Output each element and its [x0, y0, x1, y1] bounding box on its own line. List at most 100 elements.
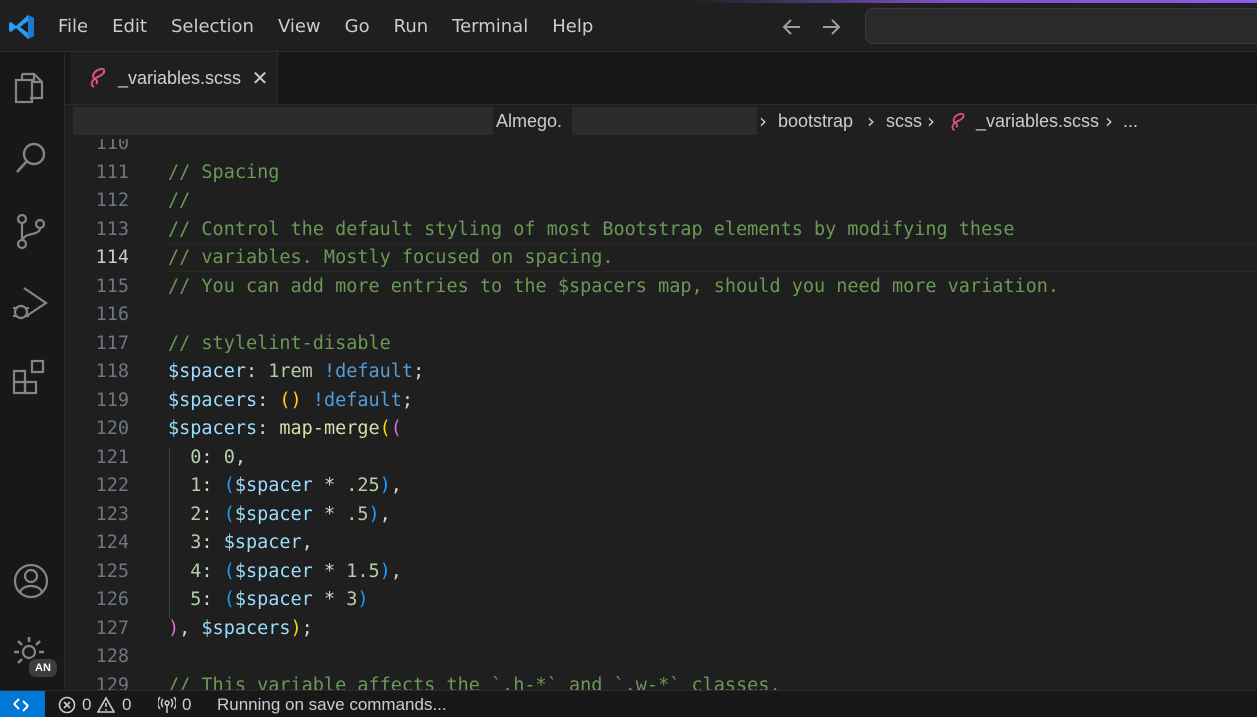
- line-code: // stylelint-disable: [168, 330, 391, 359]
- vscode-window: File Edit Selection View Go Run Terminal Help: [0, 0, 1257, 717]
- code-line[interactable]: 116: [65, 301, 1257, 330]
- line-code: // Control the default styling of most B…: [168, 216, 1014, 245]
- activity-bar: AN: [0, 52, 65, 690]
- command-center-search[interactable]: [865, 8, 1257, 44]
- breadcrumb-item-file[interactable]: _variables.scss: [976, 111, 1099, 132]
- scss-file-icon: [951, 112, 965, 131]
- code-token: 1rem: [268, 361, 313, 382]
- code-token: (: [223, 560, 235, 582]
- code-line[interactable]: 113 // Control the default styling of mos…: [65, 216, 1257, 245]
- code-token: ): [357, 589, 369, 610]
- line-code: ), $spacers);: [168, 615, 313, 644]
- code-token: (: [223, 503, 235, 525]
- arrow-left-icon[interactable]: [780, 15, 804, 39]
- code-token: :: [201, 532, 224, 553]
- breadcrumb-item-scss[interactable]: scss: [886, 111, 922, 132]
- account-icon[interactable]: [10, 560, 52, 602]
- code-token: // This variable affects the `.h-*` and …: [168, 674, 781, 691]
- arrow-right-icon[interactable]: [819, 15, 843, 39]
- line-number: 128: [95, 646, 129, 667]
- code-token: 5: [190, 589, 202, 610]
- code-line[interactable]: 110: [65, 139, 1257, 159]
- code-token: ,: [234, 446, 246, 468]
- line-code: // Spacing: [168, 159, 279, 188]
- code-token: // Control the default styling of most B…: [168, 218, 1015, 240]
- menu-edit[interactable]: Edit: [100, 3, 159, 51]
- breadcrumb-item-almego[interactable]: Almego.: [496, 111, 562, 132]
- explorer-icon[interactable]: [10, 66, 52, 108]
- code-token: (: [223, 475, 235, 496]
- tab-variables-scss[interactable]: _variables.scss ✕: [70, 52, 278, 104]
- code-token: :: [245, 361, 269, 382]
- code-token: :: [201, 560, 224, 582]
- code-line[interactable]: 128: [65, 643, 1257, 672]
- error-count: 0: [82, 695, 92, 714]
- line-number: 112: [95, 190, 129, 211]
- code-line[interactable]: 129 // This variable affects the `.h-*` a…: [65, 672, 1257, 691]
- breadcrumb-item-more[interactable]: ...: [1123, 111, 1138, 132]
- code-line[interactable]: 114 // variables. Mostly focused on spaci…: [65, 244, 1257, 273]
- code-token: 0: [190, 446, 202, 468]
- remote-button[interactable]: [0, 691, 45, 717]
- code-line[interactable]: 123 2: ($spacer * .5),: [65, 501, 1257, 530]
- menu-file[interactable]: File: [46, 3, 100, 51]
- code-line[interactable]: 115 // You can add more entries to the $s…: [65, 273, 1257, 302]
- code-line[interactable]: 125 4: ($spacer * 1.5),: [65, 558, 1257, 587]
- code-token: map-merge: [279, 418, 380, 439]
- code-line[interactable]: 122 1: ($spacer * .25),: [65, 472, 1257, 501]
- code-line[interactable]: 112 //: [65, 187, 1257, 216]
- code-token: 3: [346, 589, 358, 610]
- search-icon[interactable]: [10, 137, 52, 179]
- menu-go[interactable]: Go: [333, 3, 382, 51]
- code-line[interactable]: 117 // stylelint-disable: [65, 330, 1257, 359]
- line-number: 125: [95, 560, 129, 582]
- code-token: .5: [346, 503, 369, 525]
- chevron-right-icon: ›: [867, 109, 875, 133]
- code-token: ;: [301, 617, 313, 639]
- code-token: ): [168, 617, 180, 639]
- code-token: ): [368, 503, 380, 525]
- code-line[interactable]: 118 $spacer: 1rem !default;: [65, 358, 1257, 387]
- line-number: 129: [95, 674, 129, 691]
- code-token: *: [312, 503, 347, 525]
- code-line[interactable]: 126 5: ($spacer * 3): [65, 586, 1257, 615]
- code-token: :: [201, 589, 224, 610]
- code-line[interactable]: 127 ), $spacers);: [65, 615, 1257, 644]
- source-control-icon[interactable]: [10, 210, 52, 252]
- line-number: 117: [95, 332, 129, 354]
- code-line[interactable]: 111 // Spacing: [65, 159, 1257, 188]
- menu-selection[interactable]: Selection: [159, 3, 266, 51]
- code-token: *: [312, 560, 347, 582]
- menu-help[interactable]: Help: [540, 3, 605, 51]
- line-number: 127: [95, 617, 129, 639]
- code-line[interactable]: 119 $spacers: () !default;: [65, 387, 1257, 416]
- run-debug-icon[interactable]: [10, 282, 52, 324]
- code-token: $spacer: [234, 589, 313, 610]
- status-message: Running on save commands...: [217, 695, 447, 714]
- code-token: (: [390, 418, 402, 439]
- code-token: 2: [190, 503, 202, 525]
- breadcrumb-item-bootstrap[interactable]: bootstrap: [778, 111, 853, 132]
- menu-view[interactable]: View: [266, 3, 333, 51]
- line-code: // You can add more entries to the $spac…: [168, 273, 1059, 302]
- menu-bar: File Edit Selection View Go Run Terminal Help: [46, 3, 605, 51]
- tab-label: _variables.scss: [118, 68, 242, 88]
- line-number: 113: [95, 218, 129, 240]
- breadcrumb: Almego. › bootstrap › scss › _variables.…: [65, 105, 1257, 139]
- extensions-icon[interactable]: [10, 355, 52, 397]
- menu-run[interactable]: Run: [382, 3, 441, 51]
- line-number: 120: [95, 418, 129, 439]
- code-editor[interactable]: 110 111 // Spacing 112 // 113 // Control the d…: [65, 139, 1257, 690]
- code-line[interactable]: 120 $spacers: map-merge((: [65, 415, 1257, 444]
- close-icon[interactable]: ✕: [250, 67, 270, 89]
- code-token: // variables. Mostly focused on spacing.: [168, 247, 614, 268]
- menu-terminal[interactable]: Terminal: [440, 3, 540, 51]
- chevron-right-icon: ›: [1105, 109, 1113, 133]
- line-code: 1: ($spacer * .25),: [168, 472, 402, 501]
- code-line[interactable]: 124 3: $spacer,: [65, 529, 1257, 558]
- line-number: 110: [95, 139, 129, 154]
- code-token: :: [201, 446, 224, 468]
- code-line[interactable]: 121 0: 0,: [65, 444, 1257, 473]
